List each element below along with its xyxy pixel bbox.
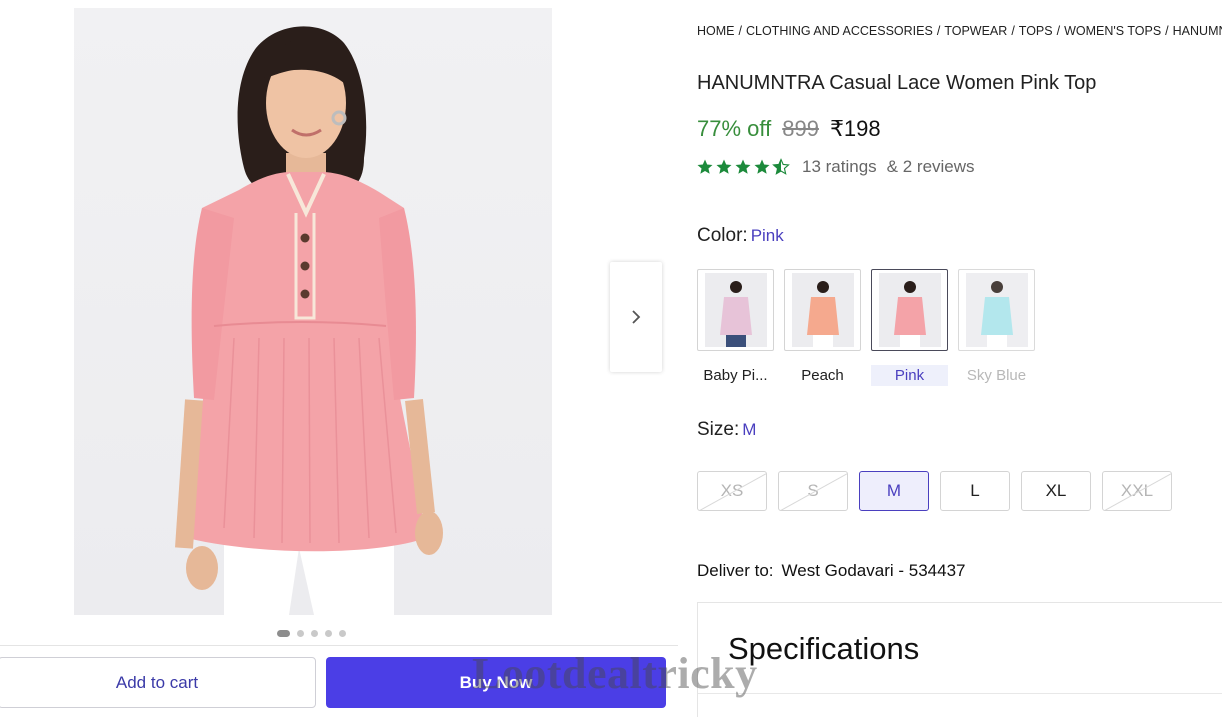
action-bar-divider <box>0 645 678 646</box>
carousel-dot[interactable] <box>325 630 332 637</box>
color-label-row: Color: Pink <box>697 225 784 247</box>
color-swatch-peach[interactable]: Peach <box>784 269 861 386</box>
color-swatch-sky-blue[interactable]: Sky Blue <box>958 269 1035 386</box>
size-option-xxl[interactable]: XXL <box>1102 471 1172 511</box>
star-half-icon <box>772 158 790 175</box>
buy-now-button[interactable]: Buy Now <box>326 657 666 708</box>
swatch-label: Peach <box>801 367 844 384</box>
chevron-right-icon <box>632 310 641 324</box>
breadcrumb-link[interactable]: TOPWEAR <box>944 24 1007 38</box>
size-option-xs[interactable]: XS <box>697 471 767 511</box>
breadcrumb-link[interactable]: TOPS <box>1019 24 1053 38</box>
ratings-count: 13 ratings <box>802 157 877 176</box>
product-photo-illustration <box>175 26 443 615</box>
star-icon <box>754 159 770 174</box>
color-swatches: Baby Pi... Peach Pink Sky Blue <box>697 269 1035 386</box>
price-row: 77% off 899 ₹198 <box>697 116 881 142</box>
size-options: XS S M L XL XXL <box>697 471 1172 511</box>
carousel-dot[interactable] <box>311 630 318 637</box>
selected-color: Pink <box>750 226 784 245</box>
star-icon <box>697 159 713 174</box>
star-icon <box>735 159 751 174</box>
swatch-image <box>704 273 767 347</box>
swatch-label: Pink <box>871 365 948 386</box>
size-label-row: Size: M <box>697 419 756 441</box>
product-title: HANUMNTRA Casual Lace Women Pink Top <box>697 72 1097 94</box>
swatch-thumbnail <box>784 269 861 351</box>
carousel-dot[interactable] <box>297 630 304 637</box>
carousel-dot[interactable] <box>339 630 346 637</box>
breadcrumb-link[interactable]: CLOTHING AND ACCESSORIES <box>746 24 933 38</box>
original-price: 899 <box>782 116 819 141</box>
image-carousel-dots <box>277 630 346 637</box>
product-main-image[interactable] <box>74 8 552 615</box>
swatch-image <box>878 273 941 347</box>
size-option-xl[interactable]: XL <box>1021 471 1091 511</box>
color-label: Color: <box>697 225 748 246</box>
carousel-dot[interactable] <box>277 630 290 637</box>
swatch-next-button[interactable] <box>610 262 662 372</box>
swatch-thumbnail <box>697 269 774 351</box>
star-icon <box>716 159 732 174</box>
selected-size: M <box>742 420 757 439</box>
breadcrumb-link[interactable]: WOMEN'S TOPS <box>1064 24 1161 38</box>
selling-price: ₹198 <box>829 116 881 141</box>
delivery-label: Deliver to: <box>697 561 774 580</box>
size-option-s[interactable]: S <box>778 471 848 511</box>
specifications-section: Specifications <box>697 602 1222 717</box>
breadcrumb-link[interactable]: HOME <box>697 24 735 38</box>
size-option-m[interactable]: M <box>859 471 929 511</box>
swatch-thumbnail <box>958 269 1035 351</box>
color-swatch-baby-pink[interactable]: Baby Pi... <box>697 269 774 386</box>
add-to-cart-button[interactable]: Add to cart <box>0 657 316 708</box>
size-label: Size: <box>697 419 740 440</box>
swatch-thumbnail <box>871 269 948 351</box>
reviews-count: & 2 reviews <box>886 157 975 176</box>
delivery-row[interactable]: Deliver to: West Godavari - 534437 <box>697 561 966 581</box>
breadcrumb: HOME / CLOTHING AND ACCESSORIES / TOPWEAR / TO… <box>697 24 1222 38</box>
specifications-heading: Specifications <box>728 631 920 666</box>
size-option-l[interactable]: L <box>940 471 1010 511</box>
discount-percent: 77% off <box>697 116 772 141</box>
delivery-location: West Godavari - 534437 <box>781 561 966 580</box>
rating-row[interactable]: 13 ratings & 2 reviews <box>696 157 975 177</box>
swatch-image <box>965 273 1028 347</box>
color-swatch-pink[interactable]: Pink <box>871 269 948 386</box>
swatch-image <box>791 273 854 347</box>
swatch-label: Baby Pi... <box>703 367 768 384</box>
swatch-label: Sky Blue <box>966 367 1027 384</box>
specifications-divider <box>698 693 1222 694</box>
star-rating <box>696 158 790 176</box>
breadcrumb-current: HANUMN <box>1172 24 1222 38</box>
